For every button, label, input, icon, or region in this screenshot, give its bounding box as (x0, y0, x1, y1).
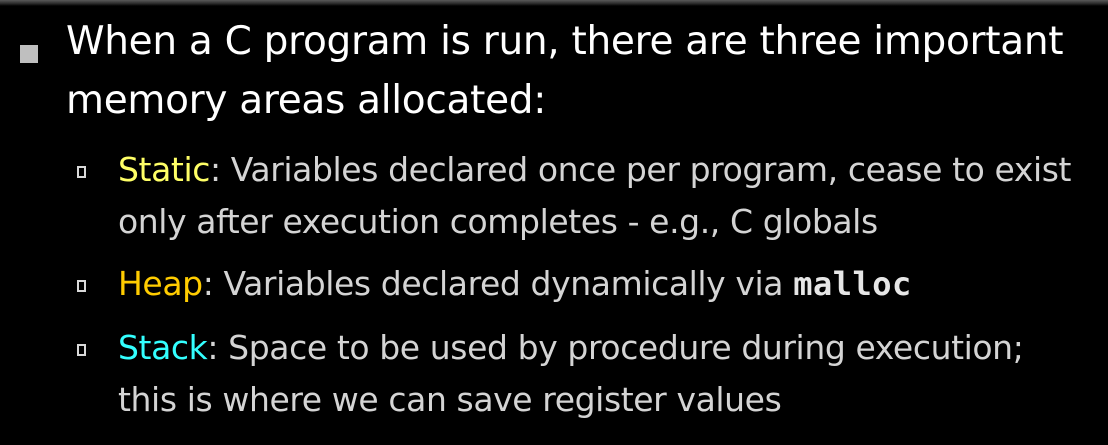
description-stack: : Space to be used by procedure during e… (118, 328, 1024, 419)
main-bullet-text: When a C program is run, there are three… (66, 19, 1064, 123)
hollow-square-bullet-icon (77, 280, 86, 292)
code-malloc: malloc (793, 265, 912, 303)
top-divider (0, 0, 1108, 6)
sub-bullet-text: Heap: Variables declared dynamically via… (118, 258, 1078, 310)
hollow-square-bullet-icon (77, 344, 86, 356)
term-stack: Stack (118, 328, 208, 367)
term-heap: Heap (118, 264, 203, 303)
sub-bullet-text: Static: Variables declared once per prog… (118, 144, 1078, 248)
square-bullet-icon (20, 45, 38, 63)
sub-bullet-text: Stack: Space to be used by procedure dur… (118, 322, 1078, 426)
hollow-square-bullet-icon (77, 166, 86, 178)
description-heap: : Variables declared dynamically via (202, 264, 794, 303)
description-static: : Variables declared once per program, c… (118, 150, 1072, 241)
term-static: Static (118, 150, 210, 189)
slide: When a C program is run, there are three… (0, 0, 1108, 445)
